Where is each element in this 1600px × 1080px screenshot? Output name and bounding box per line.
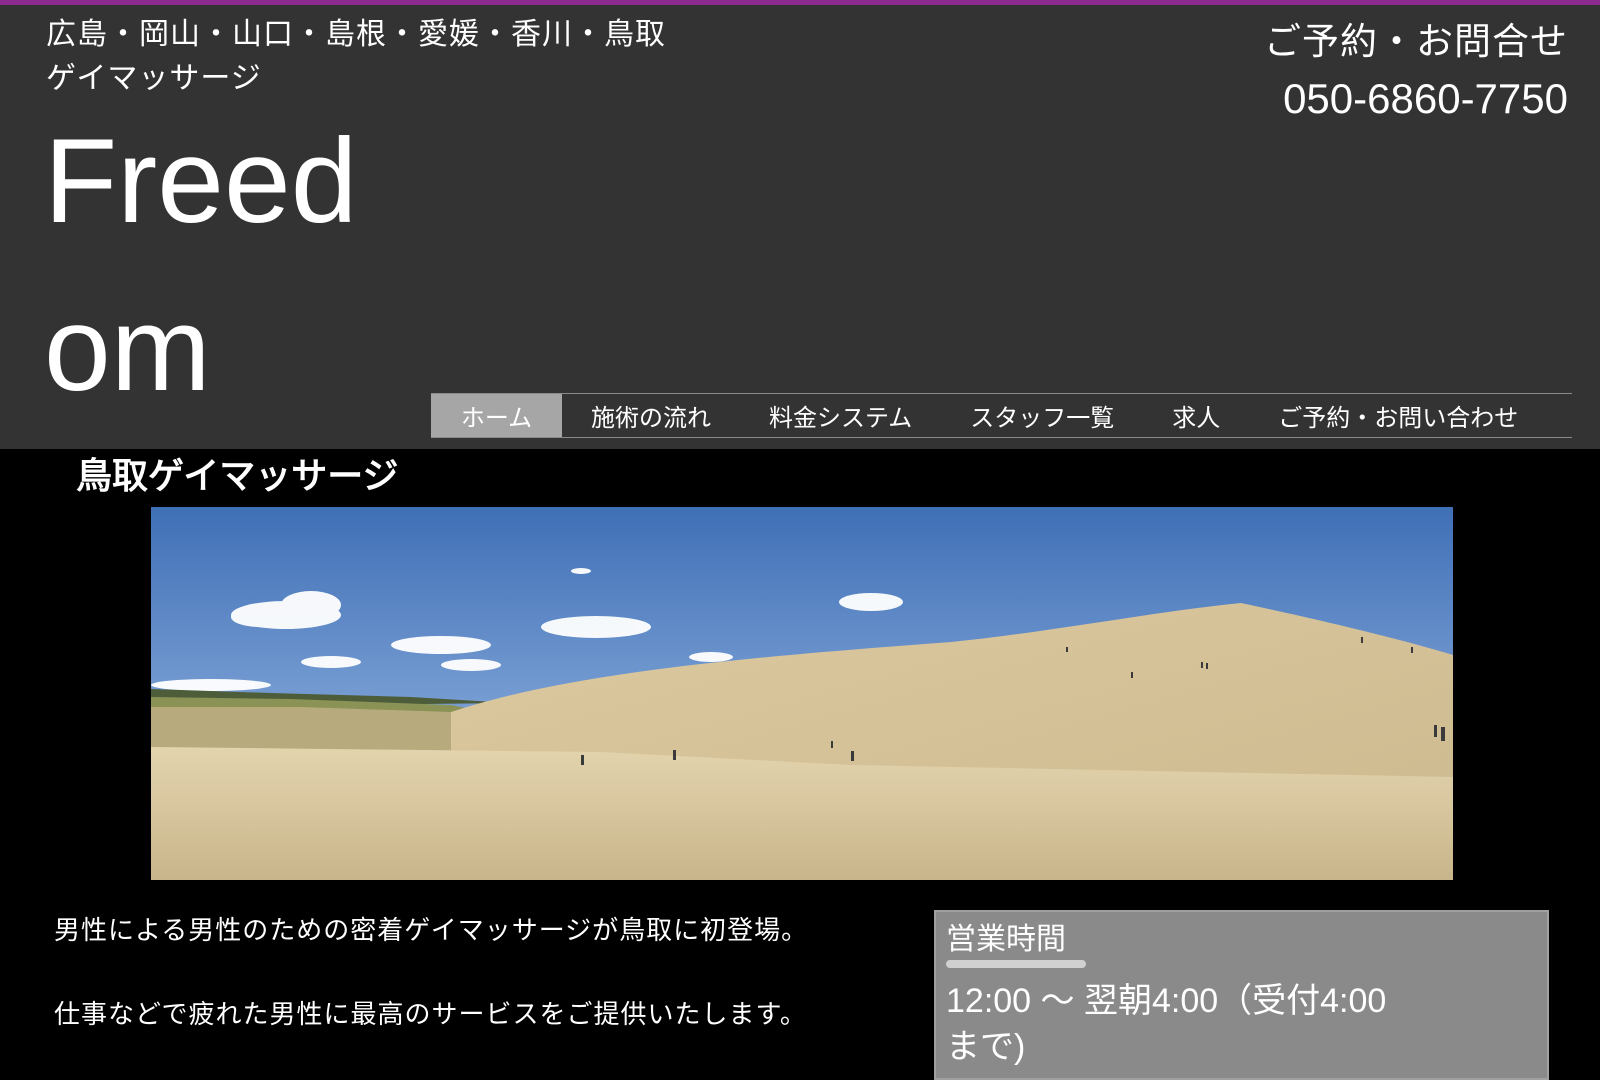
nav-item-staff[interactable]: スタッフ一覧: [941, 394, 1143, 437]
hours-title: 営業時間: [946, 922, 1066, 957]
region-tagline: 広島・岡山・山口・島根・愛媛・香川・鳥取 ゲイマッサージ: [46, 13, 746, 101]
site-header: 広島・岡山・山口・島根・愛媛・香川・鳥取 ゲイマッサージ Freedom ご予約…: [0, 5, 1600, 449]
hero-image: [151, 507, 1453, 880]
site-title[interactable]: Freedom: [44, 97, 404, 433]
nav-item-contact[interactable]: ご予約・お問い合わせ: [1249, 394, 1542, 437]
region-line-1: 広島・岡山・山口・島根・愛媛・香川・鳥取: [46, 17, 666, 52]
sand-dune-illustration: [151, 507, 1453, 880]
nav-item-treatment-flow[interactable]: 施術の流れ: [562, 394, 740, 437]
contact-box: ご予約・お問合せ 050-6860-7750: [1264, 15, 1568, 129]
contact-phone[interactable]: 050-6860-7750: [1264, 69, 1568, 129]
nav-item-recruit[interactable]: 求人: [1143, 394, 1249, 437]
intro-line-2: 仕事などで疲れた男性に最高のサービスをご提供いたします。: [54, 1000, 807, 1030]
nav-item-home[interactable]: ホーム: [431, 394, 562, 437]
section-title: 鳥取ゲイマッサージ: [76, 456, 399, 497]
hours-text: 12:00 〜 翌朝4:00（受付4:00まで): [946, 982, 1387, 1066]
business-hours-box: 営業時間 12:00 〜 翌朝4:00（受付4:00まで): [934, 910, 1549, 1080]
main-nav: ホーム 施術の流れ 料金システム スタッフ一覧 求人 ご予約・お問い合わせ: [431, 393, 1572, 438]
nav-item-pricing[interactable]: 料金システム: [740, 394, 941, 437]
intro-line-1: 男性による男性のための密着ゲイマッサージが鳥取に初登場。: [54, 916, 809, 946]
region-line-2: ゲイマッサージ: [46, 61, 262, 96]
contact-label: ご予約・お問合せ: [1264, 20, 1568, 63]
hours-title-underline: [946, 960, 1086, 968]
intro-text: 男性による男性のための密着ゲイマッサージが鳥取に初登場。 仕事などで疲れた男性に…: [54, 910, 874, 1078]
